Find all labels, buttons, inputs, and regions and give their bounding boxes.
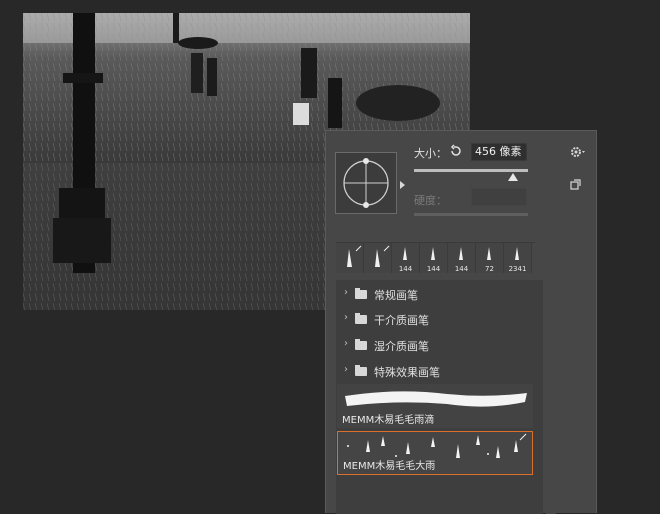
size-label: 大小：: [414, 147, 447, 160]
brush-preset-panel: 大小： 456 像素 硬度： 144 144 144 72 2341 › 常规画…: [325, 130, 597, 514]
preset-card-selected[interactable]: MEMM木易毛毛大雨: [337, 431, 533, 475]
hardness-slider: [414, 213, 528, 216]
folder-row[interactable]: › 干介质画笔: [336, 307, 543, 331]
folder-row[interactable]: › 常规画笔: [336, 282, 543, 306]
folder-row[interactable]: › 特殊效果画笔: [336, 359, 543, 383]
recent-brush[interactable]: 144: [420, 243, 448, 273]
brush-preset-list: › 常规画笔 › 干介质画笔 › 湿介质画笔 › 特殊效果画笔 MEMM木易毛毛…: [336, 280, 543, 514]
size-slider[interactable]: [414, 169, 528, 172]
tip-arrow-icon[interactable]: [400, 181, 405, 189]
chevron-right-icon[interactable]: ›: [344, 287, 348, 298]
recent-brush[interactable]: [336, 243, 364, 273]
folder-icon: [355, 339, 367, 350]
preset-card[interactable]: MEMM木易毛毛雨滴: [337, 384, 533, 428]
recent-brush[interactable]: 72: [476, 243, 504, 273]
recent-brushes-row: 144 144 144 72 2341: [336, 242, 535, 273]
gear-icon[interactable]: [570, 146, 586, 158]
reset-icon[interactable]: [449, 144, 463, 158]
recent-brush[interactable]: 144: [448, 243, 476, 273]
new-preset-icon[interactable]: [570, 179, 581, 190]
chevron-right-icon[interactable]: ›: [344, 338, 348, 349]
chevron-right-icon[interactable]: ›: [344, 312, 348, 323]
hardness-input: [471, 188, 527, 206]
folder-icon: [355, 288, 367, 299]
size-input[interactable]: 456 像素: [471, 143, 527, 161]
list-scrollbar[interactable]: [546, 280, 556, 514]
size-slider-thumb[interactable]: [508, 173, 518, 181]
recent-brush[interactable]: 2341: [504, 243, 532, 273]
recent-brush[interactable]: [364, 243, 392, 273]
folder-icon: [355, 365, 367, 376]
brush-stroke-preview: [345, 391, 527, 407]
folder-row[interactable]: › 湿介质画笔: [336, 333, 543, 357]
brush-tip-preview[interactable]: [335, 152, 397, 214]
folder-icon: [355, 313, 367, 324]
recent-brush[interactable]: 144: [392, 243, 420, 273]
chevron-right-icon[interactable]: ›: [344, 364, 348, 375]
hardness-label: 硬度：: [414, 194, 447, 207]
